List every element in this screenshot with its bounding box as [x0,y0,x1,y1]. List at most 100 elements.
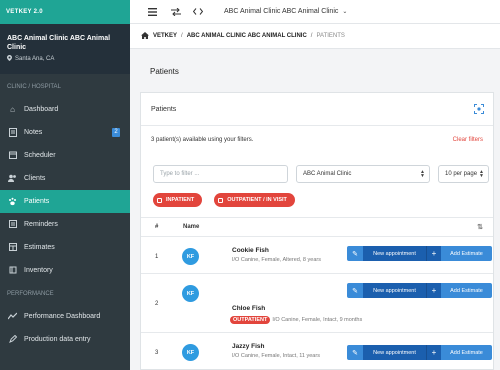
map-pin-icon [7,55,12,63]
users-icon [8,174,17,183]
table-row: 1 KF Cookie Fish I/O Canine, Female, Alt… [141,238,493,274]
per-page-select[interactable]: 10 per page ▲ ▼ [438,165,489,183]
new-appointment-button[interactable]: New appointment [363,345,426,360]
select-arrows-icon: ▲ ▼ [479,169,484,179]
edit-button[interactable]: ✎ [347,345,363,360]
paw-icon [8,197,17,206]
card-header: Patients [141,93,493,126]
patient-name[interactable]: Cookie Fish [232,247,269,254]
sidebar-item-scheduler[interactable]: Scheduler [0,144,130,167]
sidebar-item-notes[interactable]: Notes 2 [0,121,130,144]
avatar[interactable]: KF [182,344,199,361]
row-number: 3 [155,350,159,356]
clinic-select-value: ABC Animal Clinic [303,171,352,177]
clear-filters-link[interactable]: Clear filters [453,137,483,143]
edit-button[interactable]: ✎ [347,246,363,261]
new-appointment-button[interactable]: New appointment [363,246,426,261]
expand-icon[interactable] [474,104,484,114]
clinic-select[interactable]: ABC Animal Clinic ▲ ▼ [296,165,430,183]
clinic-location-text: Santa Ana, CA [15,56,55,62]
sidebar: VETKEY 2.0 ABC Animal Clinic ABC Animal … [0,0,130,370]
new-appointment-button[interactable]: New appointment [363,283,426,298]
table-row: 3 KF Jazzy Fish I/O Canine, Female, Inta… [141,334,493,370]
column-header-number: # [155,224,159,230]
sidebar-item-dashboard[interactable]: ⌂ Dashboard [0,98,130,121]
filter-input[interactable]: Type to filter ... [153,165,288,183]
breadcrumb-root[interactable]: VETKEY [153,33,177,39]
column-header-name[interactable]: Name [183,224,199,230]
sidebar-item-label: Reminders [24,221,58,228]
swap-arrows-icon[interactable] [170,7,182,17]
per-page-value: 10 per page [445,171,478,177]
brand-logo[interactable]: VETKEY 2.0 [0,0,130,24]
add-estimate-button[interactable]: Add Estimate [441,246,492,261]
avatar[interactable]: KF [182,285,199,302]
clinic-info: ABC Animal Clinic ABC Animal Clinic Sant… [0,24,130,74]
sidebar-item-patients[interactable]: Patients [0,190,130,213]
sidebar-item-clients[interactable]: Clients [0,167,130,190]
add-estimate-button[interactable]: Add Estimate [441,345,492,360]
patient-description-text: I/O Canine, Female, Intact, 9 months [272,317,363,323]
top-bar: ABC Animal Clinic ABC Animal Clinic ⌄ [130,0,500,24]
row-number: 2 [155,301,159,307]
notes-icon [8,128,17,137]
sidebar-item-label: Patients [24,198,50,205]
row-actions: ✎ New appointment + Add Estimate [347,283,492,298]
sidebar-item-reminders[interactable]: Reminders [0,213,130,236]
section-label-clinic: CLINIC / HOSPITAL [7,84,61,90]
outpatient-badge: OUTPATIENT [230,316,271,324]
tag-outpatient[interactable]: OUTPATIENT / IN VISIT [214,193,295,207]
code-icon[interactable] [192,7,204,17]
sort-icon[interactable]: ⇅ [477,223,483,231]
row-actions: ✎ New appointment + Add Estimate [347,246,492,261]
edit-icon [8,334,17,344]
select-arrows-icon: ▲ ▼ [420,169,425,179]
chevron-down-icon[interactable]: ⌄ [342,8,347,15]
sidebar-item-label: Performance Dashboard [24,313,101,320]
patient-description: I/O Canine, Female, Intact, 11 years [232,353,320,359]
add-estimate-button[interactable]: Add Estimate [441,283,492,298]
tag-inpatient[interactable]: INPATIENT [153,193,203,207]
plus-icon[interactable]: + [426,246,441,261]
hamburger-menu-icon[interactable] [146,7,158,17]
tag-label: INPATIENT [166,197,195,203]
chart-icon [7,312,18,321]
plus-icon[interactable]: + [426,283,441,298]
summary-text: 3 patient(s) available using your filter… [151,137,254,143]
card-title: Patients [151,105,177,113]
patient-name[interactable]: Chloe Fish [232,305,265,312]
sidebar-item-estimates[interactable]: Estimates [0,236,130,259]
clinic-selector[interactable]: ABC Animal Clinic ABC Animal Clinic [224,8,338,15]
tag-label: OUTPATIENT / IN VISIT [227,197,287,203]
table-header: # Name ⇅ [141,217,493,237]
status-filter-tags: INPATIENT OUTPATIENT / IN VISIT [153,193,295,207]
sidebar-item-label: Estimates [24,244,55,251]
page-title: Patients [150,67,179,76]
home-icon: ⌂ [10,105,15,114]
checkbox-icon [157,197,162,203]
filter-summary: 3 patient(s) available using your filter… [141,129,493,151]
edit-button[interactable]: ✎ [347,283,363,298]
section-label-performance: PERFORMANCE [7,291,54,297]
sidebar-item-label: Dashboard [24,106,59,113]
checkbox-icon [218,197,224,203]
clinic-name: ABC Animal Clinic ABC Animal Clinic [7,35,111,51]
avatar[interactable]: KF [182,248,199,265]
patients-card: Patients 3 patient(s) available using yo… [140,92,494,370]
row-actions: ✎ New appointment + Add Estimate [347,345,492,360]
plus-icon[interactable]: + [426,345,441,360]
home-icon[interactable] [141,31,149,41]
clinic-location: Santa Ana, CA [7,55,130,63]
sidebar-item-production-data-entry[interactable]: Production data entry [0,328,130,351]
sidebar-item-inventory[interactable]: Inventory [0,259,130,282]
notes-count-badge: 2 [112,128,120,137]
sidebar-item-label: Clients [24,175,46,182]
sidebar-item-performance-dashboard[interactable]: Performance Dashboard [0,305,130,328]
patient-name[interactable]: Jazzy Fish [232,343,265,350]
breadcrumb-separator: / [310,33,313,39]
box-icon [8,266,17,275]
breadcrumb-clinic[interactable]: ABC ANIMAL CLINIC ABC ANIMAL CLINIC [187,33,307,39]
breadcrumb: VETKEY / ABC ANIMAL CLINIC ABC ANIMAL CL… [130,24,500,49]
patient-description: OUTPATIENT I/O Canine, Female, Intact, 9 … [230,316,362,324]
bell-icon [8,220,17,229]
